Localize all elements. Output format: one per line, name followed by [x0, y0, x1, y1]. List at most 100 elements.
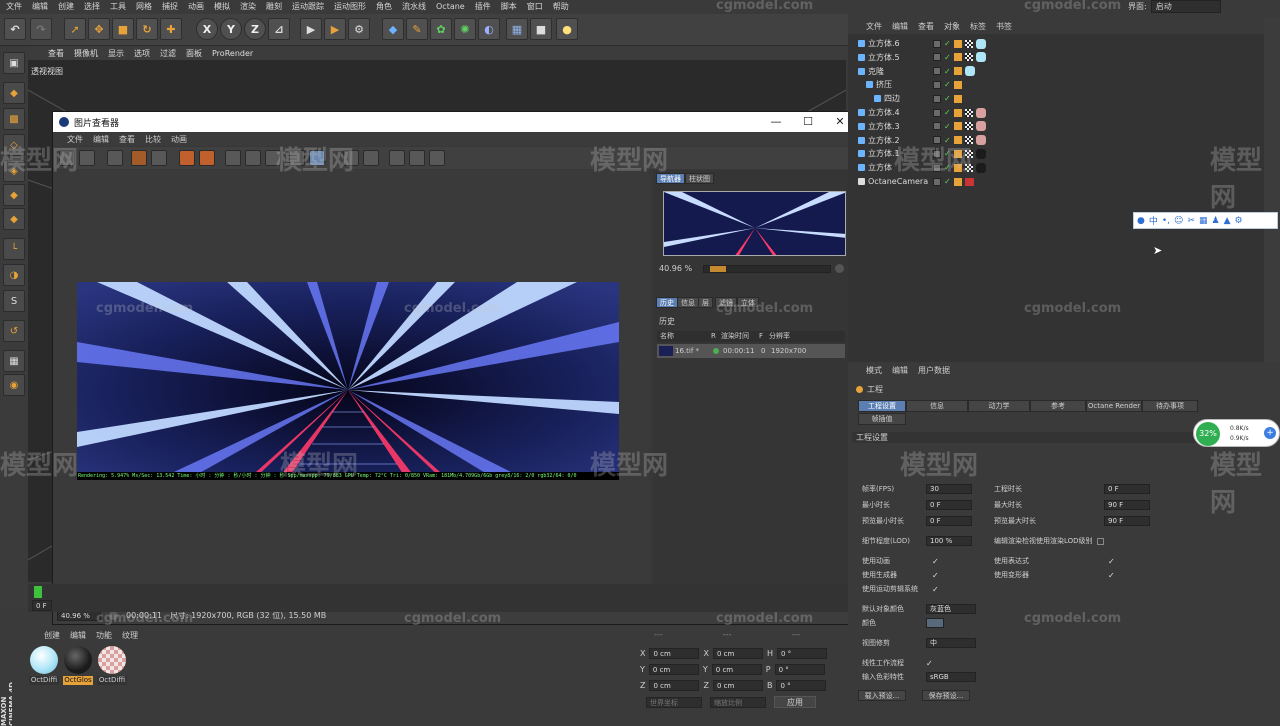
picture-viewer-menu-item[interactable]: 比较 [145, 134, 161, 145]
load-preset-button[interactable]: 载入预设... [858, 690, 906, 701]
checker-tag-icon[interactable] [964, 108, 973, 117]
texture-mode-icon[interactable]: ▩ [3, 108, 25, 130]
layout-selector[interactable]: 界面: 启动 [1128, 0, 1264, 13]
punct-icon[interactable]: •, [1162, 216, 1170, 226]
undo-icon[interactable]: ↶ [4, 18, 26, 40]
picture-viewer-menu-item[interactable]: 文件 [67, 134, 83, 145]
attr-number-field[interactable]: 0 F [1104, 484, 1150, 494]
edges-mode-icon[interactable]: ◆ [3, 184, 25, 206]
menu-item[interactable]: 编辑 [32, 1, 48, 12]
viewport-menu-item[interactable]: 查看 [48, 48, 64, 59]
apply-button[interactable]: 应用 [774, 696, 816, 708]
checkbox[interactable]: ✓ [932, 557, 939, 566]
menu-item[interactable]: 雕刻 [266, 1, 282, 12]
object-menu-item[interactable]: 文件 [866, 21, 882, 32]
tab-info[interactable]: 信息 [906, 400, 968, 412]
object-row[interactable]: 挤压 ✓ [858, 78, 1268, 91]
swap-icon[interactable] [245, 150, 261, 166]
render-picture-viewer-icon[interactable]: ▶ [324, 18, 346, 40]
viewport-menu-item[interactable]: ProRender [212, 49, 253, 58]
object-menu-item[interactable]: 书签 [996, 21, 1012, 32]
material-menu-item[interactable]: 纹理 [122, 630, 138, 641]
z-axis-button[interactable]: Z [244, 18, 266, 40]
cube-icon[interactable]: ◆ [382, 18, 404, 40]
phong-tag-icon[interactable] [953, 122, 962, 131]
object-row[interactable]: 立方体.4 ✓ [858, 106, 1268, 119]
attribute-menu-item[interactable]: 编辑 [892, 365, 908, 376]
material-menu-item[interactable]: 编辑 [70, 630, 86, 641]
visibility-toggle[interactable] [933, 53, 941, 62]
object-row[interactable]: 立方体 ✓ [858, 161, 1268, 174]
tab-dynamics[interactable]: 动力学 [968, 400, 1030, 412]
picture-viewer-canvas[interactable]: Rendering: 5.947% Ms/Sec: 13.542 Time: 小… [53, 170, 649, 608]
tab-octane-render[interactable]: Octane Render [1086, 400, 1142, 412]
visibility-toggle[interactable] [933, 122, 941, 131]
material-tag-icon[interactable] [975, 38, 986, 49]
stop-icon[interactable] [151, 150, 167, 166]
zoom-in-icon[interactable] [835, 264, 844, 273]
octane-camera-tag-icon[interactable] [964, 177, 974, 186]
menu-item[interactable]: 捕捉 [162, 1, 178, 12]
phong-tag-icon[interactable] [953, 163, 962, 172]
attr-number-field[interactable]: 0 F [926, 516, 972, 526]
rotate-tool-icon[interactable]: ↻ [136, 18, 158, 40]
attribute-menu-item[interactable]: 模式 [866, 365, 882, 376]
checkbox[interactable]: ✓ [932, 585, 939, 594]
checkbox[interactable]: ✓ [1108, 557, 1115, 566]
enable-check-icon[interactable]: ✓ [944, 108, 951, 117]
grid-lock-icon[interactable]: ▦ [3, 350, 25, 372]
footer-play-icon[interactable] [109, 611, 118, 620]
fullscreen-icon[interactable] [309, 150, 325, 166]
render-settings-icon[interactable]: ⚙ [348, 18, 370, 40]
phong-tag-icon[interactable] [953, 80, 962, 89]
phong-tag-icon[interactable] [953, 53, 962, 62]
linear-checkbox[interactable]: ✓ [926, 659, 933, 668]
scale-tool-icon[interactable]: ■ [112, 18, 134, 40]
menu-item[interactable]: 运动跟踪 [292, 1, 324, 12]
tab-layer[interactable]: 层 [698, 297, 713, 308]
object-row[interactable]: 立方体.6 ✓ [858, 37, 1268, 50]
visibility-toggle[interactable] [933, 80, 941, 89]
add-tool-icon[interactable]: ✚ [160, 18, 182, 40]
object-row[interactable]: 四边 ✓ [858, 92, 1268, 105]
cloner-icon[interactable]: ✺ [454, 18, 476, 40]
material-tag-icon[interactable] [975, 162, 986, 173]
attr-number-field[interactable]: 0 F [926, 500, 972, 510]
tab-histogram[interactable]: 柱状图 [685, 173, 714, 184]
tab-filter[interactable]: 滤镜 [715, 297, 737, 308]
coords-position-y[interactable]: 0 cm [648, 664, 699, 675]
camera-icon[interactable]: ■ [530, 18, 552, 40]
checker-tag-icon[interactable] [964, 136, 973, 145]
picture-viewer-menu-item[interactable]: 查看 [119, 134, 135, 145]
channel-b-icon[interactable] [363, 150, 379, 166]
enable-check-icon[interactable]: ✓ [944, 163, 951, 172]
floor-icon[interactable]: ▦ [506, 18, 528, 40]
emoji-icon[interactable]: ☺ [1174, 216, 1183, 226]
tab-navigator[interactable]: 导航器 [656, 173, 685, 184]
model-mode-icon[interactable]: ◆ [3, 82, 25, 104]
attribute-menu-item[interactable]: 用户数据 [918, 365, 950, 376]
enable-check-icon[interactable]: ✓ [944, 39, 951, 48]
region-render-icon[interactable] [179, 150, 195, 166]
attr-number-field[interactable]: 90 F [1104, 500, 1150, 510]
viewport-menu-item[interactable]: 过滤 [160, 48, 176, 59]
checkbox[interactable]: ✓ [1108, 571, 1115, 580]
y-axis-button[interactable]: Y [220, 18, 242, 40]
channel-a-icon[interactable] [343, 150, 359, 166]
menu-item[interactable]: 角色 [376, 1, 392, 12]
enable-check-icon[interactable]: ✓ [944, 149, 951, 158]
compare-icon[interactable] [199, 150, 215, 166]
menu-item[interactable]: 插件 [475, 1, 491, 12]
coords-size-x[interactable]: 0 cm [712, 648, 763, 659]
render-icon[interactable] [131, 150, 147, 166]
lod-render-checkbox[interactable] [1096, 537, 1104, 545]
tab-reference[interactable]: 参考 [1030, 400, 1086, 412]
visibility-toggle[interactable] [933, 177, 941, 186]
user-icon[interactable]: ● [1137, 216, 1145, 226]
make-editable-icon[interactable]: ▣ [3, 52, 25, 74]
viewport-menu-item[interactable]: 摄像机 [74, 48, 98, 59]
material-tag-icon[interactable] [975, 52, 986, 63]
object-row[interactable]: 立方体.5 ✓ [858, 51, 1268, 64]
grid-view-3-icon[interactable] [429, 150, 445, 166]
split-icon[interactable] [265, 150, 281, 166]
